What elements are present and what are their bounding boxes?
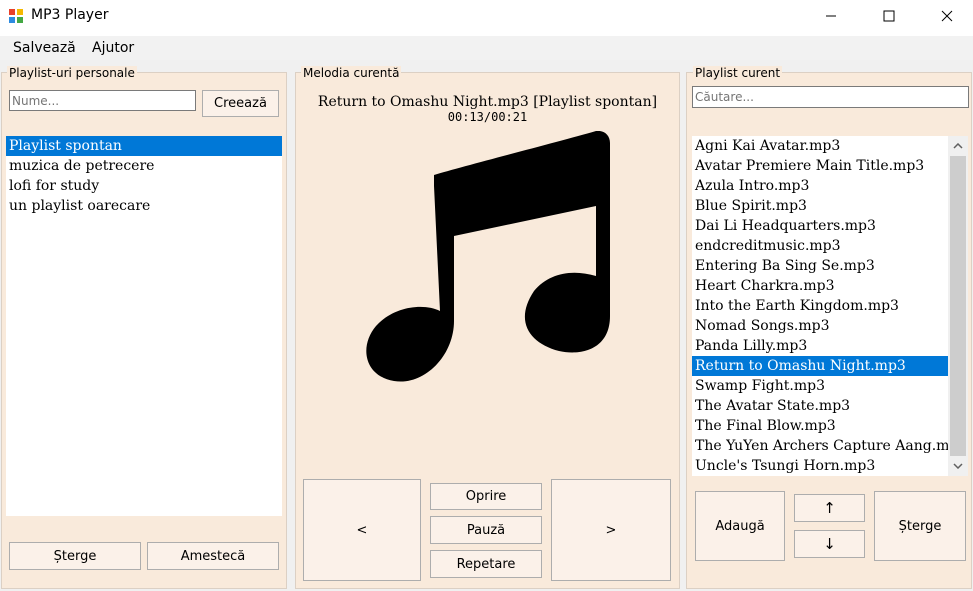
songs-list[interactable]: Agni Kai Avatar.mp3 Avatar Premiere Main …	[692, 136, 948, 476]
next-button[interactable]: >	[551, 479, 671, 581]
minimize-icon	[826, 15, 836, 17]
song-item[interactable]: Agni Kai Avatar.mp3	[692, 136, 948, 156]
search-input[interactable]	[692, 86, 969, 108]
scroll-up-icon	[953, 143, 963, 149]
shuffle-playlist-button[interactable]: Amestecă	[147, 542, 279, 570]
song-item[interactable]: Dai Li Headquarters.mp3	[692, 216, 948, 236]
song-item[interactable]: Blue Spirit.mp3	[692, 196, 948, 216]
delete-playlist-button[interactable]: Șterge	[9, 542, 141, 570]
song-item[interactable]: Swamp Fight.mp3	[692, 376, 948, 396]
stop-button[interactable]: Oprire	[430, 483, 542, 510]
playlist-item[interactable]: Playlist spontan	[6, 136, 282, 156]
add-song-button[interactable]: Adaugă	[695, 491, 785, 561]
playlist-item[interactable]: un playlist oarecare	[6, 196, 282, 216]
playlist-item[interactable]: lofi for study	[6, 176, 282, 196]
song-item[interactable]: Avatar Premiere Main Title.mp3	[692, 156, 948, 176]
create-playlist-button[interactable]: Creează	[202, 90, 279, 117]
move-down-button[interactable]: ↓	[794, 530, 865, 558]
playlist-name-input[interactable]	[9, 90, 196, 111]
window-title: MP3 Player	[31, 7, 109, 23]
menu-help[interactable]: Ajutor	[92, 40, 134, 56]
song-item[interactable]: The Final Blow.mp3	[692, 416, 948, 436]
playlist-item[interactable]: muzica de petrecere	[6, 156, 282, 176]
repeat-button[interactable]: Repetare	[430, 550, 542, 578]
pause-button[interactable]: Pauză	[430, 516, 542, 544]
song-item[interactable]: Into the Earth Kingdom.mp3	[692, 296, 948, 316]
menu-bar	[0, 36, 973, 60]
scroll-down-icon	[953, 463, 963, 469]
minimize-button[interactable]	[808, 0, 854, 32]
menu-save[interactable]: Salvează	[13, 40, 76, 56]
scroll-thumb[interactable]	[950, 156, 966, 456]
playlists-list[interactable]: Playlist spontan muzica de petrecere lofi …	[6, 136, 282, 516]
song-item[interactable]: Azula Intro.mp3	[692, 176, 948, 196]
music-note-icon	[366, 131, 610, 382]
close-icon	[941, 10, 953, 22]
delete-song-button[interactable]: Șterge	[874, 491, 966, 561]
personal-playlists-title: Playlist-uri personale	[7, 66, 137, 80]
song-item[interactable]: Uncle's Tsungi Horn.mp3	[692, 456, 948, 476]
current-playlist-title: Playlist curent	[693, 66, 783, 80]
song-item[interactable]: Entering Ba Sing Se.mp3	[692, 256, 948, 276]
song-item[interactable]: Return to Omashu Night.mp3	[692, 356, 948, 376]
song-item[interactable]: Heart Charkra.mp3	[692, 276, 948, 296]
move-up-button[interactable]: ↑	[794, 494, 865, 522]
app-icon	[9, 9, 23, 23]
current-song-title: Melodia curentă	[301, 66, 402, 80]
now-playing-label: Return to Omashu Night.mp3 [Playlist spo…	[317, 94, 658, 110]
song-item[interactable]: Nomad Songs.mp3	[692, 316, 948, 336]
song-item[interactable]: The Avatar State.mp3	[692, 396, 948, 416]
scroll-down-button[interactable]	[948, 456, 968, 476]
scroll-up-button[interactable]	[948, 136, 968, 156]
songs-scrollbar[interactable]	[948, 136, 968, 476]
song-item[interactable]: endcreditmusic.mp3	[692, 236, 948, 256]
song-item[interactable]: The YuYen Archers Capture Aang.mp3	[692, 436, 948, 456]
maximize-icon	[883, 10, 895, 22]
close-button[interactable]	[924, 0, 970, 32]
time-label: 00:13/00:21	[447, 110, 528, 124]
maximize-button[interactable]	[866, 0, 912, 32]
previous-button[interactable]: <	[303, 479, 421, 581]
song-item[interactable]: Panda Lilly.mp3	[692, 336, 948, 356]
